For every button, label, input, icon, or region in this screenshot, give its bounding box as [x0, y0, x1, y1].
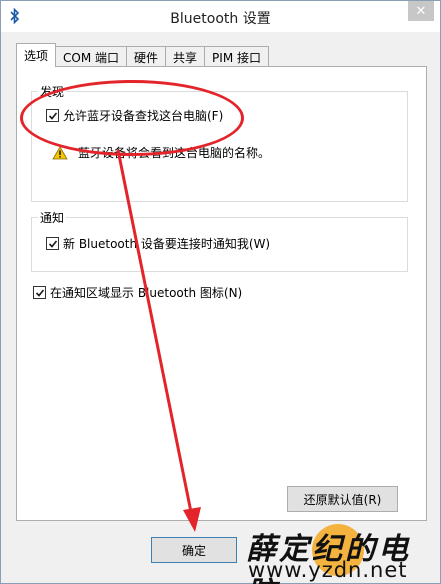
title-bar[interactable]: Bluetooth 设置 ✕: [1, 1, 440, 32]
discovery-group-label: 发现: [38, 83, 67, 100]
close-icon: ✕: [415, 3, 427, 19]
tab-pim-interface[interactable]: PIM 接口: [204, 46, 269, 67]
notify-new-device-label: 新 Bluetooth 设备要连接时通知我(W): [63, 237, 271, 251]
window-title: Bluetooth 设置: [170, 11, 271, 27]
options-panel: 发现 允许蓝牙设备查找这台电脑(F) 蓝牙设备将会看到这台电脑的名称。 通知 新…: [16, 66, 427, 521]
checkbox-box[interactable]: [46, 237, 59, 250]
checkbox-box[interactable]: [46, 109, 59, 122]
show-tray-icon-label: 在通知区域显示 Bluetooth 图标(N): [50, 286, 243, 300]
close-button[interactable]: ✕: [408, 1, 434, 21]
tab-strip: 选项 COM 端口 硬件 共享 PIM 接口: [16, 43, 269, 67]
checkmark-icon: [35, 288, 44, 297]
allow-discovery-checkbox[interactable]: 允许蓝牙设备查找这台电脑(F): [46, 107, 223, 124]
tab-options[interactable]: 选项: [16, 43, 57, 67]
restore-defaults-button[interactable]: 还原默认值(R): [287, 486, 398, 512]
discovery-warning: 蓝牙设备将会看到这台电脑的名称。: [52, 144, 270, 161]
checkmark-icon: [48, 111, 57, 120]
notify-new-device-checkbox[interactable]: 新 Bluetooth 设备要连接时通知我(W): [46, 235, 270, 252]
checkmark-icon: [48, 239, 57, 248]
discovery-group: 发现 允许蓝牙设备查找这台电脑(F) 蓝牙设备将会看到这台电脑的名称。: [31, 83, 408, 202]
notification-group-label: 通知: [38, 209, 67, 226]
checkbox-box[interactable]: [33, 286, 46, 299]
allow-discovery-label: 允许蓝牙设备查找这台电脑(F): [63, 109, 224, 123]
show-tray-icon-checkbox[interactable]: 在通知区域显示 Bluetooth 图标(N): [33, 284, 242, 301]
notification-group: 通知 新 Bluetooth 设备要连接时通知我(W): [31, 209, 408, 272]
warning-text: 蓝牙设备将会看到这台电脑的名称。: [78, 146, 271, 160]
tab-sharing[interactable]: 共享: [165, 46, 206, 67]
warning-icon: [52, 145, 68, 159]
tab-com-ports[interactable]: COM 端口: [55, 46, 128, 67]
ok-button[interactable]: 确定: [151, 537, 237, 563]
bluetooth-settings-dialog: Bluetooth 设置 ✕ 选项 COM 端口 硬件 共享 PIM 接口 发现…: [0, 0, 441, 584]
tab-hardware[interactable]: 硬件: [126, 46, 167, 67]
